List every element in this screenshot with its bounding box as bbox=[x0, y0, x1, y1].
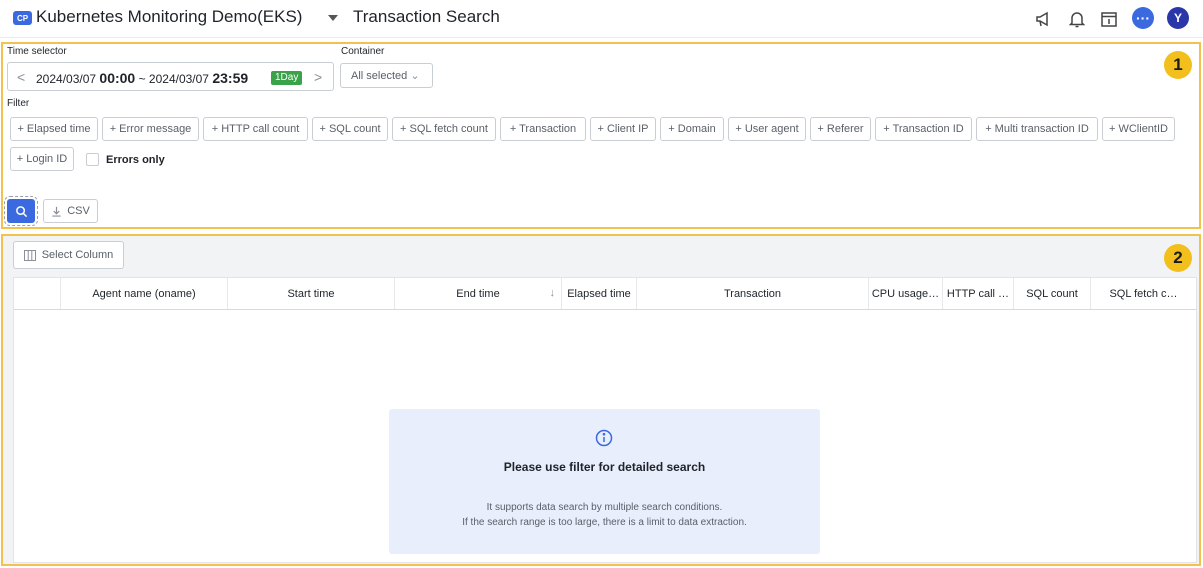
filter-chip-client-ip[interactable]: + Client IP bbox=[590, 117, 656, 141]
filter-label: Filter bbox=[7, 98, 30, 109]
project-name[interactable]: Kubernetes Monitoring Demo(EKS) bbox=[36, 7, 302, 27]
column-header-agent-name[interactable]: Agent name (oname) bbox=[61, 278, 228, 309]
column-header-transaction[interactable]: Transaction bbox=[637, 278, 869, 309]
top-bar: CP Kubernetes Monitoring Demo(EKS) Trans… bbox=[0, 0, 1203, 38]
range-badge[interactable]: 1Day bbox=[271, 71, 303, 85]
filter-chip-domain[interactable]: + Domain bbox=[660, 117, 724, 141]
select-column-button[interactable]: Select Column bbox=[13, 241, 124, 269]
column-header-start-time[interactable]: Start time bbox=[228, 278, 395, 309]
filter-chip-multi-transaction-id[interactable]: + Multi transaction ID bbox=[976, 117, 1098, 141]
calendar-icon[interactable] bbox=[1098, 8, 1120, 30]
column-header-cpu-usage[interactable]: CPU usage… bbox=[869, 278, 943, 309]
table-header: Agent name (oname) Start time End time ↓… bbox=[14, 278, 1196, 310]
filter-chip-elapsed-time[interactable]: + Elapsed time bbox=[10, 117, 98, 141]
column-header-sql-fetch[interactable]: SQL fetch c… bbox=[1091, 278, 1196, 309]
column-header-end-time[interactable]: End time ↓ bbox=[395, 278, 562, 309]
filter-chip-transaction-id[interactable]: + Transaction ID bbox=[875, 117, 972, 141]
chevron-left-icon[interactable]: < bbox=[17, 69, 25, 85]
column-header-sql-count[interactable]: SQL count bbox=[1014, 278, 1091, 309]
chevron-down-icon: ⌄ bbox=[410, 70, 420, 82]
column-header-http-call[interactable]: HTTP call … bbox=[943, 278, 1014, 309]
time-range-text: 2024/03/07 00:00 ~ 2024/03/07 23:59 bbox=[36, 70, 249, 86]
filter-chip-user-agent[interactable]: + User agent bbox=[728, 117, 806, 141]
container-select[interactable]: All selected ⌄ bbox=[340, 63, 433, 88]
time-selector-label: Time selector bbox=[7, 46, 67, 57]
empty-state-line-1: It supports data search by multiple sear… bbox=[486, 502, 723, 513]
filter-chip-http-call-count[interactable]: + HTTP call count bbox=[203, 117, 308, 141]
chevron-right-icon[interactable]: > bbox=[314, 69, 322, 85]
columns-icon bbox=[23, 249, 36, 261]
avatar[interactable]: Y bbox=[1167, 7, 1189, 29]
chat-icon[interactable]: ··· bbox=[1132, 7, 1154, 29]
download-icon bbox=[52, 206, 61, 217]
search-button[interactable] bbox=[4, 196, 38, 226]
column-header-select[interactable] bbox=[14, 278, 61, 309]
filter-chip-sql-fetch-count[interactable]: + SQL fetch count bbox=[392, 117, 496, 141]
megaphone-icon[interactable] bbox=[1033, 8, 1055, 30]
bell-icon[interactable] bbox=[1066, 8, 1088, 30]
csv-label: CSV bbox=[67, 205, 90, 217]
info-icon bbox=[595, 429, 613, 447]
filter-chip-referer[interactable]: + Referer bbox=[810, 117, 871, 141]
select-column-label: Select Column bbox=[41, 249, 114, 261]
csv-download-button[interactable]: CSV bbox=[43, 199, 98, 223]
errors-only-label[interactable]: Errors only bbox=[106, 154, 165, 166]
container-label: Container bbox=[341, 46, 385, 57]
filter-chip-login-id[interactable]: + Login ID bbox=[10, 147, 74, 171]
filter-chip-transaction[interactable]: + Transaction bbox=[500, 117, 586, 141]
project-badge: CP bbox=[13, 11, 32, 25]
search-icon bbox=[15, 205, 27, 217]
time-selector[interactable]: < 2024/03/07 00:00 ~ 2024/03/07 23:59 1D… bbox=[7, 62, 334, 91]
page-title: Transaction Search bbox=[353, 7, 500, 26]
container-value: All selected bbox=[351, 70, 408, 82]
empty-state-title: Please use filter for detailed search bbox=[503, 460, 706, 474]
end-time-label: End time bbox=[456, 287, 500, 300]
column-header-elapsed-time[interactable]: Elapsed time bbox=[562, 278, 637, 309]
empty-state-panel: Please use filter for detailed search It… bbox=[389, 409, 820, 554]
filter-chip-error-message[interactable]: + Error message bbox=[102, 117, 199, 141]
chevron-down-icon[interactable] bbox=[328, 15, 338, 21]
errors-only-checkbox[interactable] bbox=[86, 153, 99, 166]
filter-chip-wclientid[interactable]: + WClientID bbox=[1102, 117, 1175, 141]
callout-2: 2 bbox=[1164, 244, 1192, 272]
sort-descending-icon[interactable]: ↓ bbox=[550, 287, 556, 299]
empty-state-line-2: If the search range is too large, there … bbox=[462, 517, 747, 528]
filter-chip-sql-count[interactable]: + SQL count bbox=[312, 117, 388, 141]
callout-1: 1 bbox=[1164, 51, 1192, 79]
